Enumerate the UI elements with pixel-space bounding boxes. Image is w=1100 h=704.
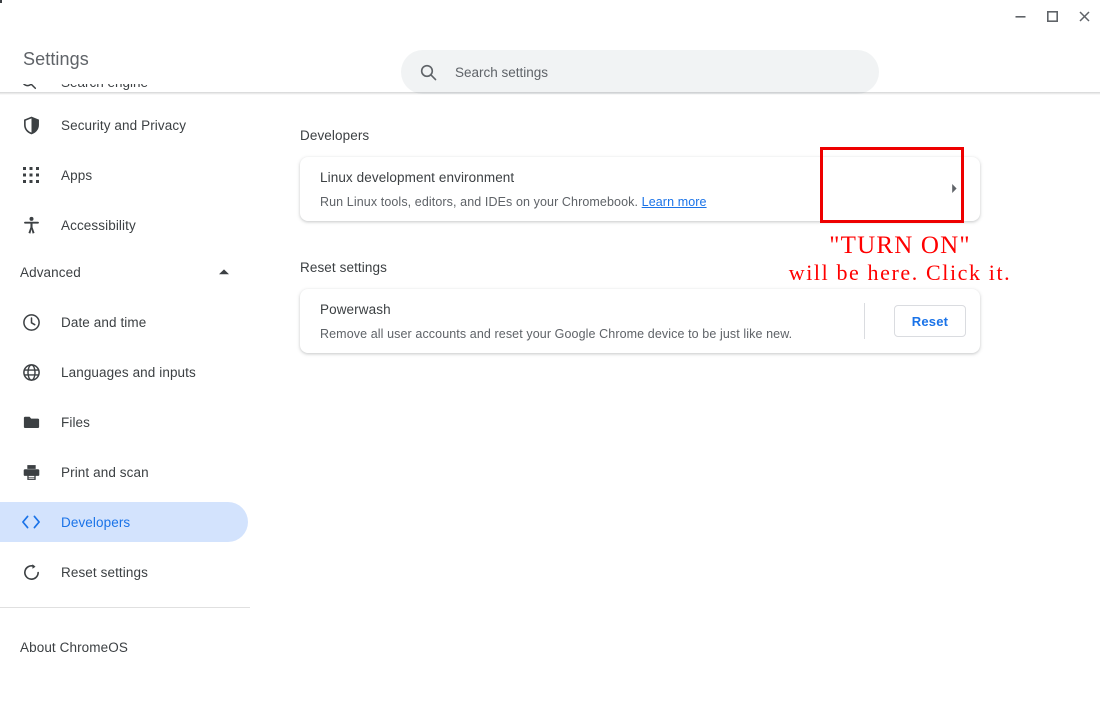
linux-row-subtitle: Run Linux tools, editors, and IDEs on yo… (320, 195, 707, 209)
grid-apps-icon (20, 166, 42, 184)
sidebar-item-label: Files (61, 414, 91, 430)
clock-icon (20, 313, 42, 332)
annotation-line-2: will be here. Click it. (788, 260, 1012, 286)
sidebar-item-label: Languages and inputs (61, 364, 196, 380)
settings-main-content: Developers Linux development environment… (260, 95, 1100, 704)
sidebar-item-security-and-privacy[interactable]: Security and Privacy (0, 105, 248, 145)
sidebar-item-accessibility[interactable]: Accessibility (0, 205, 248, 245)
powerwash-divider (864, 303, 865, 339)
restore-circle-icon (20, 563, 42, 582)
sidebar-item-label: Developers (61, 514, 131, 530)
section-title-reset-settings: Reset settings (300, 260, 387, 275)
sidebar-item-date-and-time[interactable]: Date and time (0, 302, 248, 342)
search-input[interactable] (455, 59, 845, 85)
search-bar[interactable] (401, 50, 879, 94)
powerwash-row-title: Powerwash (320, 302, 391, 317)
minimize-icon (1015, 15, 1025, 18)
powerwash-row-subtitle: Remove all user accounts and reset your … (320, 327, 793, 341)
learn-more-link[interactable]: Learn more (642, 195, 707, 209)
sidebar-clipped-region: Search engine (0, 84, 260, 92)
maximize-icon (1046, 10, 1058, 22)
close-button[interactable] (1068, 1, 1100, 31)
sidebar-item-reset-settings[interactable]: Reset settings (0, 552, 248, 592)
sidebar-item-label: Apps (61, 167, 93, 183)
globe-icon (20, 363, 42, 382)
linux-row-title: Linux development environment (320, 170, 515, 185)
sidebar-item-print-and-scan[interactable]: Print and scan (0, 452, 248, 492)
printer-icon (20, 463, 42, 482)
sidebar-item-label: Security and Privacy (61, 117, 187, 133)
maximize-button[interactable] (1036, 1, 1068, 31)
search-engine-icon (20, 84, 42, 91)
sidebar-item-label: Search engine (61, 84, 148, 90)
sidebar-divider (0, 607, 250, 608)
folder-icon (20, 413, 42, 432)
search-icon (419, 63, 438, 82)
linux-subtitle-text: Run Linux tools, editors, and IDEs on yo… (320, 195, 639, 209)
sidebar-item-languages-and-inputs[interactable]: Languages and inputs (0, 352, 248, 392)
accessibility-person-icon (20, 216, 42, 235)
sidebar-item-label: Accessibility (61, 217, 136, 233)
settings-header: Settings (0, 32, 1100, 94)
powerwash-card: Powerwash Remove all user accounts and r… (300, 289, 980, 353)
linux-development-environment-card[interactable]: Linux development environment Run Linux … (300, 157, 980, 221)
sidebar-item-files[interactable]: Files (0, 402, 248, 442)
annotation-text: "TURN ON" will be here. Click it. (755, 232, 1045, 286)
section-title-developers: Developers (300, 128, 370, 143)
annotation-line-1: "TURN ON" (829, 232, 971, 259)
sidebar-group-advanced[interactable]: Advanced (0, 252, 248, 292)
sidebar-item-label: Date and time (61, 314, 147, 330)
sidebar-item-label: Reset settings (61, 564, 148, 580)
sidebar-item-about-chromeos[interactable]: About ChromeOS (0, 627, 248, 667)
shield-icon (20, 116, 42, 135)
window-corner-artifact (0, 0, 2, 3)
code-brackets-icon (20, 514, 42, 530)
window-titlebar (0, 0, 1100, 32)
sidebar-item-developers[interactable]: Developers (0, 502, 248, 542)
sidebar-nav: Security and Privacy Apps Accessibility … (0, 95, 260, 704)
chevron-up-icon (218, 268, 230, 276)
sidebar-item-search-engine[interactable]: Search engine (0, 84, 260, 92)
close-icon (1078, 10, 1090, 22)
sidebar-item-apps[interactable]: Apps (0, 155, 248, 195)
reset-button[interactable]: Reset (894, 305, 966, 337)
chevron-right-icon[interactable] (951, 183, 958, 194)
sidebar-group-label: Advanced (20, 264, 81, 280)
settings-window: Settings Search engine (0, 0, 1100, 704)
minimize-button[interactable] (1004, 1, 1036, 31)
window-controls (1004, 0, 1100, 32)
page-title: Settings (23, 49, 89, 69)
sidebar-item-label: About ChromeOS (20, 639, 128, 655)
sidebar-item-label: Print and scan (61, 464, 149, 480)
